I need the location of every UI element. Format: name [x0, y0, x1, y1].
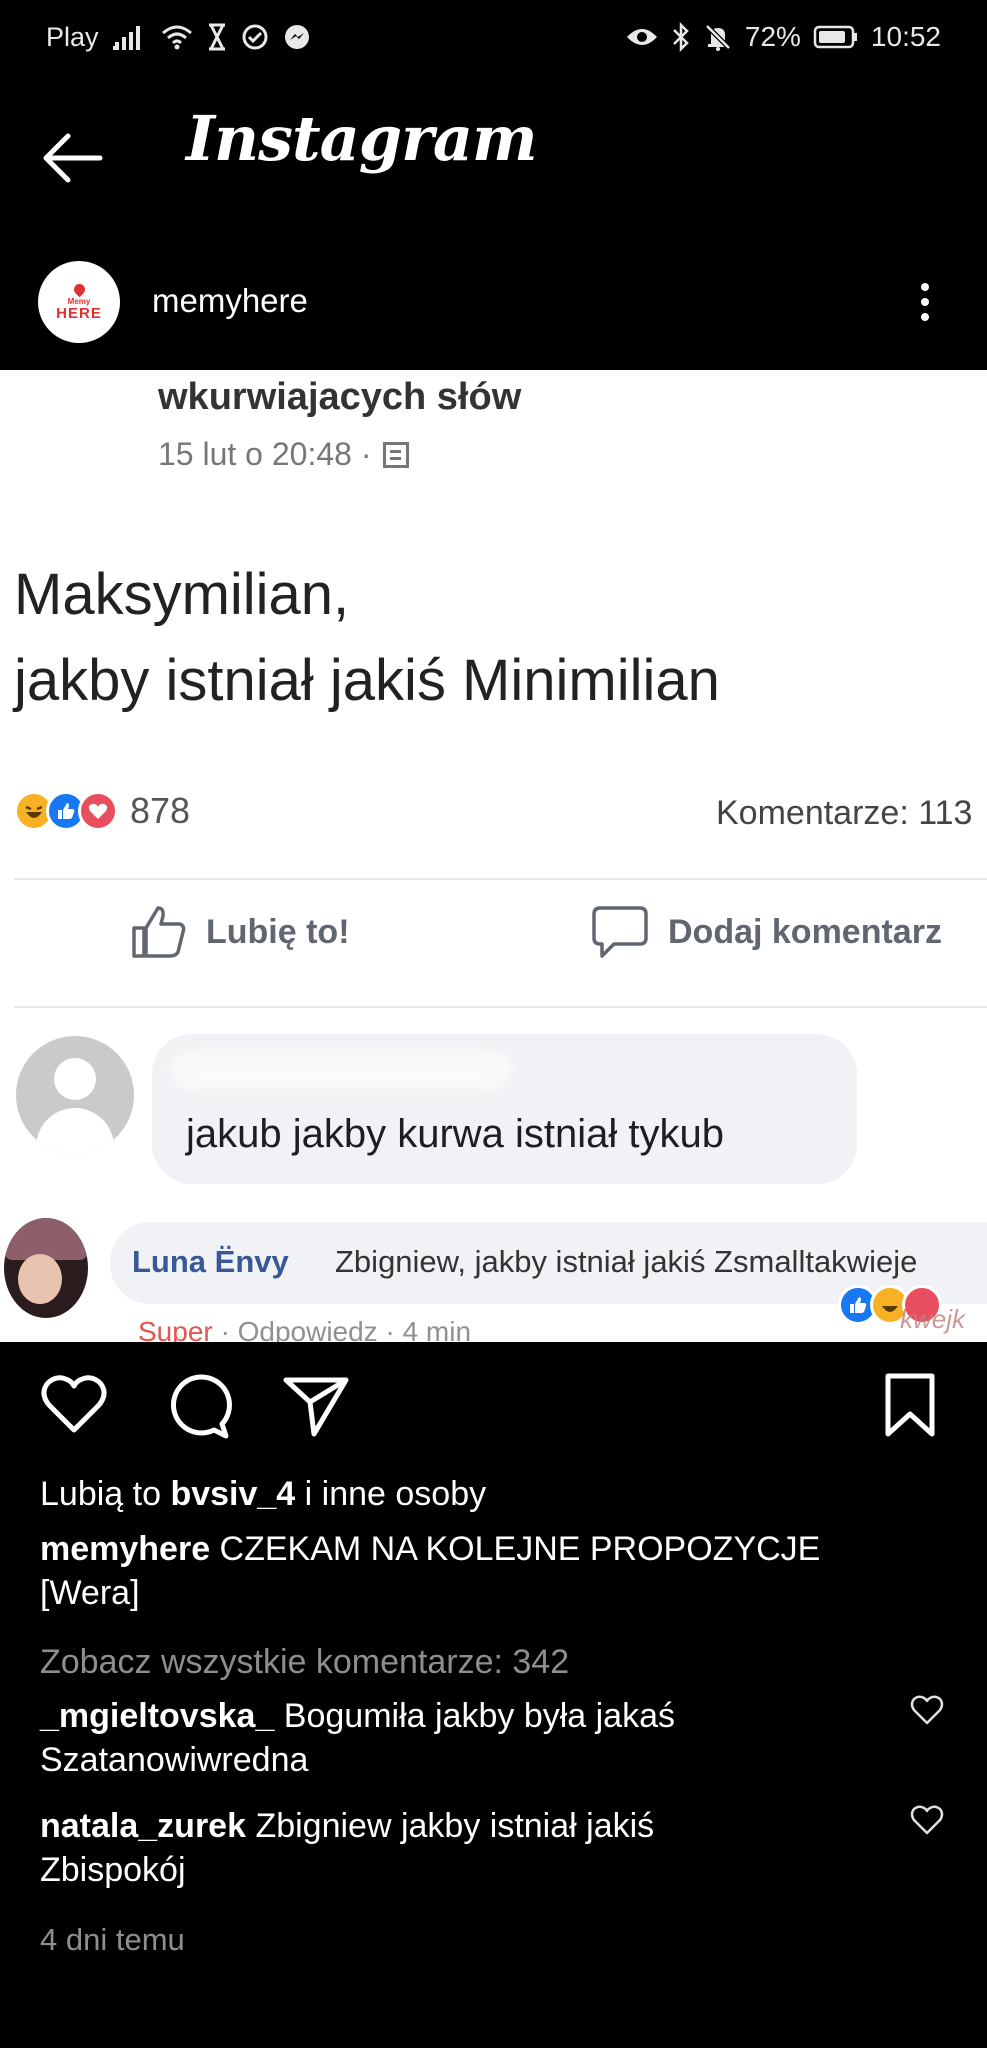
heart-icon: [41, 1375, 107, 1433]
comment-text: Zbigniew jakby istniał jakiś: [246, 1807, 655, 1845]
avatar-logo-big-text: HERE: [56, 304, 102, 322]
caption-text: [Wera]: [40, 1574, 140, 1612]
avatar-body: [36, 1108, 114, 1154]
status-bar-left: Play: [46, 20, 311, 54]
share-button[interactable]: [282, 1372, 352, 1442]
app-header: Instagram: [0, 80, 987, 230]
save-button[interactable]: [880, 1372, 950, 1442]
fb-comment-avatar: [16, 1036, 134, 1154]
fb-group-name: wkurwiajacych słów: [158, 376, 522, 418]
battery-percent: 72%: [744, 21, 801, 52]
mute-bell-icon: [703, 20, 733, 54]
heart-icon: [910, 1805, 944, 1835]
fb-reply-meta-rest: · Odpowiedz · 4 min: [212, 1316, 472, 1342]
comment-like-button[interactable]: [910, 1694, 944, 1728]
carrier-name: Play: [46, 21, 99, 52]
fb-post-text-line: jakby istniał jakiś Minimilian: [14, 648, 720, 713]
signal-icon: [112, 20, 147, 54]
fb-date-text: 15 lut o 20:48 ·: [158, 436, 372, 472]
clock-time: 10:52: [870, 21, 941, 52]
heart-icon: [910, 1695, 944, 1725]
comment-text: Szatanowiwredna: [40, 1741, 309, 1779]
avatar-face: [18, 1254, 62, 1304]
group-audience-icon: [383, 441, 410, 468]
post-header: Memy HERE memyhere: [0, 250, 987, 370]
fb-comment-label: Dodaj komentarz: [668, 912, 942, 951]
send-icon: [283, 1377, 349, 1437]
fb-reply-meta: Super · Odpowiedz · 4 min: [138, 1316, 471, 1342]
more-options-button[interactable]: [905, 274, 945, 330]
avatar-hair: [4, 1218, 88, 1260]
app-title: Instagram: [186, 102, 538, 175]
post-caption: memyhere CZEKAM NA KOLEJNE PROPOZYCJE [W…: [40, 1527, 900, 1615]
post-image[interactable]: wkurwiajacych słów 15 lut o 20:48 · Maks…: [0, 370, 987, 1342]
location-pin-icon: [71, 281, 87, 297]
fb-like-button: Lubię to!: [130, 904, 350, 960]
status-bar: Play 72% 10:52: [0, 0, 987, 76]
likes-user[interactable]: bvsiv_4: [170, 1475, 295, 1513]
watermark: kwejk: [900, 1304, 966, 1334]
thumbs-up-icon: [132, 906, 186, 958]
likes-summary[interactable]: Lubią to bvsiv_4 i inne osoby: [40, 1472, 900, 1516]
fb-reply-author: Luna Ënvy: [132, 1244, 289, 1279]
comment-text: Zbispokój: [40, 1851, 186, 1889]
fb-post-date: 15 lut o 20:48 ·: [158, 436, 410, 473]
eye-icon: [625, 20, 659, 54]
post-actions: [0, 1362, 987, 1452]
dot: [921, 313, 929, 321]
comment-like-button[interactable]: [910, 1804, 944, 1838]
bookmark-icon: [885, 1373, 935, 1437]
divider: [14, 1006, 987, 1008]
comment-item: natala_zurek Zbigniew jakby istniał jaki…: [40, 1804, 900, 1892]
like-button[interactable]: [40, 1372, 110, 1442]
blurred-username: [172, 1050, 512, 1090]
fb-reply-avatar: [4, 1218, 88, 1318]
author-avatar[interactable]: Memy HERE: [38, 261, 120, 343]
comment-author[interactable]: natala_zurek: [40, 1807, 246, 1845]
check-circle-icon: [241, 20, 269, 54]
dot: [921, 283, 929, 291]
divider: [14, 878, 987, 880]
status-bar-right: 72% 10:52: [625, 20, 941, 54]
comment-item: _mgieltovska_ Bogumiła jakby była jakaś …: [40, 1694, 900, 1782]
fb-reply-text: Zbigniew, jakby istniał jakiś Zsmalltakw…: [335, 1244, 918, 1279]
fb-reply-super: Super: [138, 1316, 213, 1342]
wifi-icon: [161, 20, 193, 54]
caption-text: CZEKAM NA KOLEJNE PROPOZYCJE: [210, 1530, 821, 1568]
likes-prefix: Lubią to: [40, 1475, 171, 1513]
fb-reaction-count: 878: [130, 790, 191, 831]
messenger-icon: [283, 20, 311, 54]
comment-author[interactable]: _mgieltovska_: [40, 1697, 274, 1735]
fb-post-text-line: Maksymilian,: [14, 562, 350, 627]
comment-bubble-icon: [592, 906, 648, 958]
fb-comment-text: jakub jakby kurwa istniał tykub: [186, 1112, 725, 1156]
back-button[interactable]: [40, 128, 110, 188]
fb-comment-button: Dodaj komentarz: [590, 904, 942, 960]
avatar-head: [54, 1058, 96, 1100]
caption-author[interactable]: memyhere: [40, 1530, 210, 1568]
likes-suffix: i inne osoby: [295, 1475, 487, 1513]
fb-comments-count: Komentarze: 113: [716, 794, 973, 832]
comment-button[interactable]: [164, 1372, 234, 1442]
post-timestamp: 4 dni temu: [40, 1922, 185, 1957]
comment-text: Bogumiła jakby była jakaś: [274, 1697, 676, 1735]
dot: [921, 298, 929, 306]
fb-reactions: 878: [14, 790, 190, 832]
hourglass-icon: [207, 20, 227, 54]
battery-icon: [813, 20, 859, 54]
fb-like-label: Lubię to!: [206, 912, 350, 951]
fb-post-text: Maksymilian, jakby istniał jakiś Minimil…: [14, 552, 720, 724]
comment-icon: [170, 1374, 232, 1439]
arrow-left-icon: [43, 133, 103, 183]
bluetooth-icon: [671, 20, 691, 54]
love-reaction-icon: [78, 791, 118, 831]
fb-comment-bubble: jakub jakby kurwa istniał tykub: [152, 1034, 857, 1184]
author-username[interactable]: memyhere: [152, 282, 308, 320]
view-all-comments-link[interactable]: Zobacz wszystkie komentarze: 342: [40, 1640, 900, 1684]
